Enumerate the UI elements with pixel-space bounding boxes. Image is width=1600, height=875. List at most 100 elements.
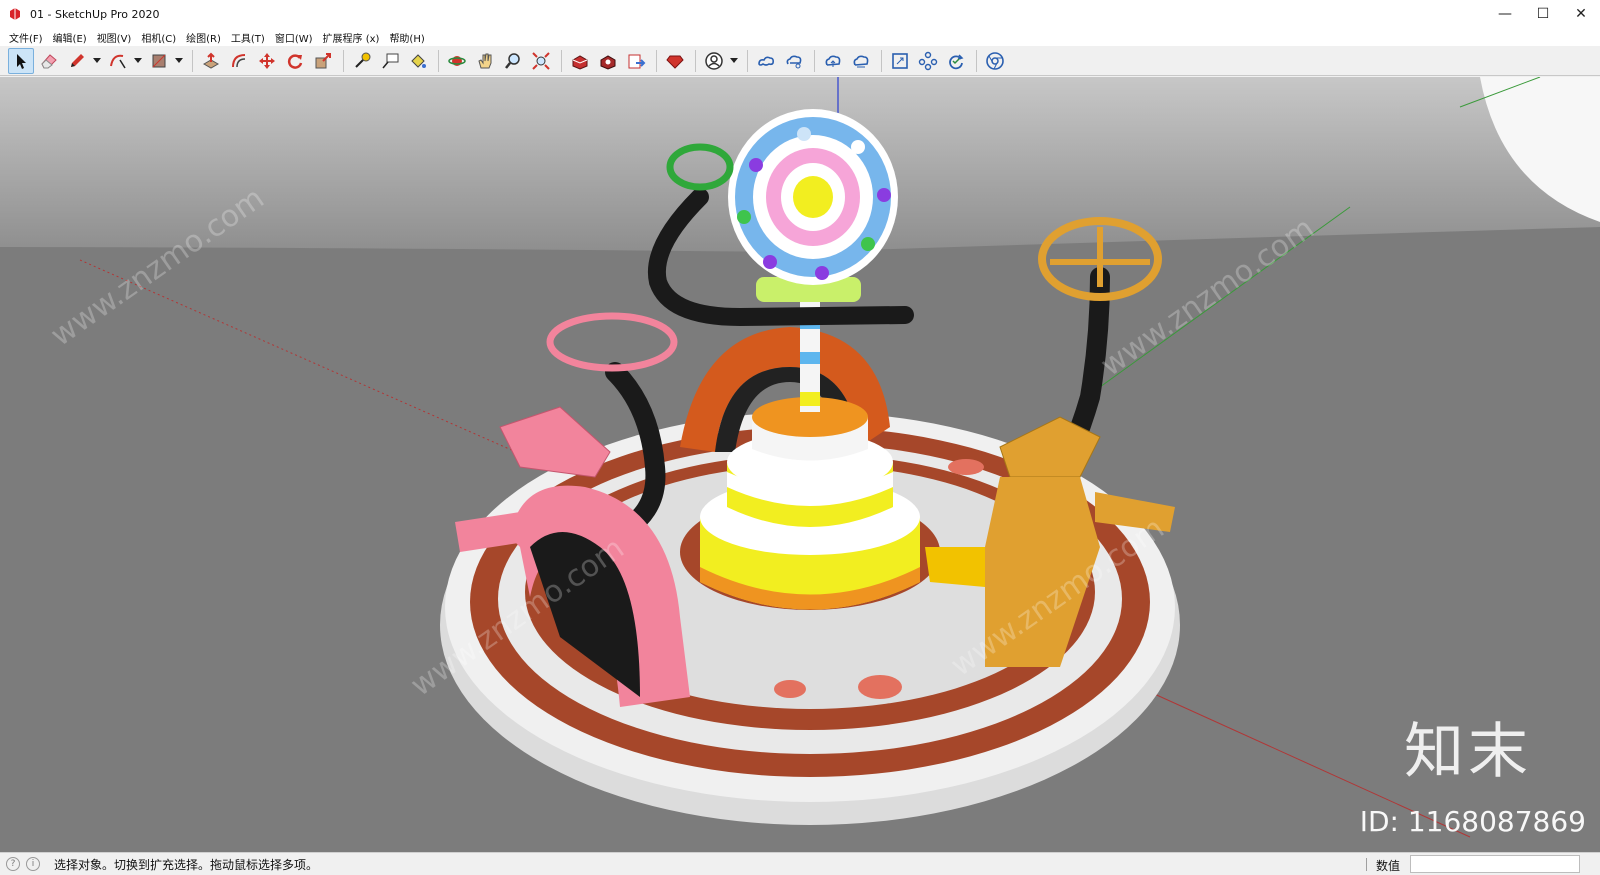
menu-window[interactable]: 窗口(W)	[270, 30, 318, 45]
zoom-tool-button[interactable]	[500, 48, 526, 74]
cloud-sync-icon	[853, 55, 869, 67]
menu-draw[interactable]: 绘图(R)	[181, 30, 226, 45]
add-location-button[interactable]	[753, 48, 779, 74]
model-info-button[interactable]	[887, 48, 913, 74]
toolbar-separator	[656, 49, 657, 72]
chevron-down-icon	[92, 58, 101, 63]
extension-warehouse-icon	[600, 54, 616, 70]
lollipop-dot	[749, 158, 763, 172]
toolbar-separator	[695, 49, 696, 72]
paint-bucket-tool-button[interactable]	[405, 48, 431, 74]
toolbar-separator	[192, 49, 193, 72]
zoom-extents-tool-button[interactable]	[528, 48, 554, 74]
warehouse-button[interactable]	[567, 48, 593, 74]
scale-icon	[315, 52, 331, 68]
menu-extensions[interactable]: 扩展程序 (x)	[318, 30, 385, 45]
components-button[interactable]	[915, 48, 941, 74]
measurements-label: 数值	[1376, 859, 1401, 873]
toolbar-separator	[881, 49, 882, 72]
close-button[interactable]: ✕	[1562, 0, 1600, 28]
cloud-sync-button[interactable]	[848, 48, 874, 74]
title-bar: 01 - SketchUp Pro 2020 — ☐ ✕	[0, 0, 1600, 28]
push-pull-tool-button[interactable]	[198, 48, 224, 74]
orange-pedal-left	[925, 547, 985, 587]
zhimo-logo: 知末	[1404, 717, 1532, 787]
refresh-button[interactable]	[943, 48, 969, 74]
account-dropdown-arrow[interactable]	[729, 48, 738, 74]
orbit-icon	[448, 55, 466, 66]
eraser-icon	[41, 53, 57, 68]
tape-measure-tool-button[interactable]	[349, 48, 375, 74]
extension-warehouse-button[interactable]	[595, 48, 621, 74]
model-viewport[interactable]: www.znzmo.com www.znzmo.com www.znzmo.co…	[0, 77, 1600, 852]
maximize-button[interactable]: ☐	[1524, 0, 1562, 28]
menu-view[interactable]: 视图(V)	[92, 30, 137, 45]
base-dot-2	[858, 675, 902, 699]
lollipop-dot	[737, 210, 751, 224]
window-controls: — ☐ ✕	[1486, 0, 1600, 28]
chrome-button[interactable]	[982, 48, 1008, 74]
cloud-share-button[interactable]	[781, 48, 807, 74]
rectangle-dropdown-arrow[interactable]	[174, 48, 183, 74]
pan-tool-button[interactable]	[472, 48, 498, 74]
rotate-icon	[287, 53, 303, 69]
push-pull-icon	[202, 52, 220, 69]
select-tool-button[interactable]	[8, 47, 34, 74]
zoom-extents-icon	[532, 51, 550, 70]
lollipop-stick-band-2	[800, 352, 820, 364]
toolbar-separator	[438, 49, 439, 72]
pink-steering-wheel	[546, 312, 678, 372]
lollipop-center	[793, 176, 833, 218]
lollipop-stick-base	[800, 392, 820, 406]
rotate-tool-button[interactable]	[282, 48, 308, 74]
arc-dropdown-arrow[interactable]	[133, 48, 142, 74]
toolbar-separator	[561, 49, 562, 72]
cloud-upload-button[interactable]	[820, 48, 846, 74]
menu-help[interactable]: 帮助(H)	[384, 30, 429, 45]
minimize-button[interactable]: —	[1486, 0, 1524, 28]
refresh-icon	[949, 53, 964, 69]
menu-edit[interactable]: 编辑(E)	[48, 30, 92, 45]
move-tool-button[interactable]	[254, 48, 280, 74]
lollipop-dot	[851, 140, 865, 154]
ruby-console-icon	[666, 55, 684, 69]
sketchup-logo-icon	[10, 8, 20, 20]
arc-icon	[110, 54, 126, 68]
menu-file[interactable]: 文件(F)	[4, 30, 48, 45]
scale-tool-button[interactable]	[310, 48, 336, 74]
orbit-tool-button[interactable]	[444, 48, 470, 74]
eraser-tool-button[interactable]	[36, 48, 62, 74]
pencil-tool-button[interactable]	[64, 48, 90, 74]
toolbar-separator	[343, 49, 344, 72]
pan-icon	[478, 53, 492, 68]
offset-tool-button[interactable]	[226, 48, 252, 74]
pencil-dropdown-arrow[interactable]	[92, 48, 101, 74]
menu-tools[interactable]: 工具(T)	[226, 30, 270, 45]
rectangle-tool-button[interactable]	[146, 48, 172, 74]
base-dot-3	[948, 459, 984, 475]
base-dot-1	[774, 680, 806, 698]
toolbar-separator	[976, 49, 977, 72]
main-toolbar	[0, 46, 1600, 76]
lollipop-dot	[861, 237, 875, 251]
warehouse-icon	[572, 54, 588, 70]
send-to-layout-button[interactable]	[623, 48, 649, 74]
move-icon	[259, 52, 275, 69]
lollipop-dot	[877, 188, 891, 202]
text-tool-button[interactable]	[377, 48, 403, 74]
select-icon	[17, 53, 26, 69]
menu-camera[interactable]: 相机(C)	[136, 30, 181, 45]
menu-bar: 文件(F) 编辑(E) 视图(V) 相机(C) 绘图(R) 工具(T) 窗口(W…	[0, 28, 1600, 46]
arc-tool-button[interactable]	[105, 48, 131, 74]
offset-icon	[232, 53, 246, 67]
toolbar-separator	[747, 49, 748, 72]
ruby-console-button[interactable]	[662, 48, 688, 74]
model-info-icon	[892, 52, 908, 69]
measurements-input[interactable]	[1410, 855, 1580, 873]
account-button[interactable]	[701, 48, 727, 74]
pencil-icon	[71, 53, 84, 67]
model-scene[interactable]: www.znzmo.com www.znzmo.com www.znzmo.co…	[0, 77, 1600, 852]
status-bar: ? i 选择对象。切换到扩充选择。拖动鼠标选择多项。 数值	[0, 852, 1600, 875]
geo-location-icon[interactable]: ?	[6, 857, 20, 871]
info-icon[interactable]: i	[26, 857, 40, 871]
